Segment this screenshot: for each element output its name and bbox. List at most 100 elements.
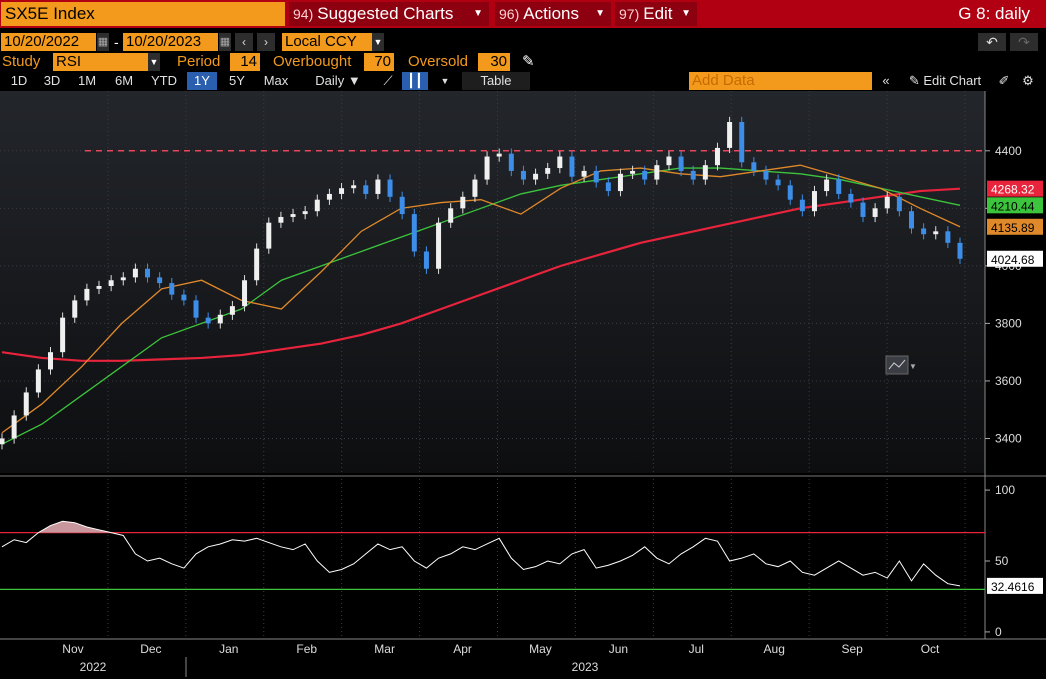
- candle-body: [254, 248, 260, 281]
- collapse-icon[interactable]: «: [876, 72, 896, 90]
- undo-icon[interactable]: ↶: [978, 33, 1006, 51]
- candle-body: [399, 196, 405, 215]
- oversold-field[interactable]: 30: [478, 53, 510, 71]
- x-tick-label: Sep: [841, 642, 863, 656]
- chevron-down-icon: ▼: [595, 8, 605, 19]
- candle-body: [933, 231, 939, 235]
- x-tick-label: Apr: [453, 642, 472, 656]
- candle-body: [145, 268, 151, 278]
- frequency-label: Daily: [315, 73, 345, 88]
- x-year-label: 2023: [572, 660, 599, 674]
- end-date-field[interactable]: 10/20/2023: [123, 33, 218, 51]
- candle-body: [181, 294, 187, 301]
- candle-body: [617, 173, 623, 192]
- title-bar: SX5E Index 94) Suggested Charts ▼ 96) Actio…: [0, 0, 1046, 28]
- range-tab-5y[interactable]: 5Y: [220, 72, 254, 90]
- x-year-label: 2022: [80, 660, 107, 674]
- edit-chart-button[interactable]: ✎ Edit Chart: [900, 72, 990, 90]
- candle-body: [714, 147, 720, 166]
- x-tick-label: Feb: [296, 642, 317, 656]
- currency-select[interactable]: Local CCY: [282, 33, 372, 51]
- gear-icon[interactable]: ⚙: [1018, 72, 1038, 90]
- candle-body: [581, 170, 587, 177]
- candle-body: [132, 268, 138, 278]
- candle-body: [666, 156, 672, 166]
- candle-body: [448, 208, 454, 223]
- candle-body: [169, 283, 175, 295]
- candle-body: [290, 214, 296, 217]
- candle-body: [387, 179, 393, 197]
- start-date-field[interactable]: 10/20/2022: [1, 33, 96, 51]
- menu-number: 94): [293, 6, 314, 22]
- period-label: Period: [177, 53, 221, 70]
- menu-label: Actions: [523, 4, 579, 23]
- chevron-down-icon[interactable]: ▼: [372, 33, 384, 51]
- previous-icon[interactable]: ‹: [235, 33, 253, 51]
- range-tab-3d[interactable]: 3D: [37, 72, 67, 90]
- candle-body: [339, 188, 345, 194]
- candle-body: [884, 196, 890, 209]
- draw-icon[interactable]: ✐: [995, 72, 1013, 90]
- study-select[interactable]: RSI: [53, 53, 148, 71]
- menu-number: 97): [619, 6, 640, 22]
- candle-body: [702, 165, 708, 180]
- candle-body: [630, 170, 636, 174]
- range-tab-1m[interactable]: 1M: [70, 72, 104, 90]
- menu-label: Edit: [643, 4, 673, 23]
- candle-body: [751, 162, 757, 171]
- candle-body: [120, 277, 126, 281]
- candle-body: [775, 179, 781, 186]
- x-tick-label: Aug: [764, 642, 785, 656]
- x-tick-label: Jun: [609, 642, 628, 656]
- chart-canvas[interactable]: Nov Dec Jan Feb Mar Apr May Jun Jul Aug Sep Oct 2022…: [0, 91, 1046, 679]
- range-tab-max[interactable]: Max: [257, 72, 295, 90]
- candlestick-icon[interactable]: ┃┃: [402, 72, 428, 90]
- range-tab-ytd[interactable]: YTD: [144, 72, 184, 90]
- edit-chart-label: Edit Chart: [923, 73, 982, 88]
- candle-body: [642, 170, 648, 180]
- line-chart-icon[interactable]: ⟋: [378, 72, 398, 90]
- candle-body: [787, 185, 793, 200]
- range-tab-1y[interactable]: 1Y: [187, 72, 217, 90]
- x-tick-label: May: [529, 642, 552, 656]
- candle-body: [242, 280, 248, 307]
- candle-body: [472, 179, 478, 197]
- candle-body: [84, 288, 90, 301]
- edit-menu[interactable]: 97) Edit ▼: [615, 2, 697, 26]
- calendar-icon[interactable]: ▦: [97, 33, 109, 51]
- rsi-tick-label: 50: [995, 554, 1009, 568]
- chevron-down-icon[interactable]: ▼: [148, 53, 160, 71]
- chevron-down-icon[interactable]: ▼: [437, 72, 453, 90]
- candle-body: [520, 170, 526, 180]
- candle-body: [108, 280, 114, 286]
- y-tick-label: 3600: [995, 374, 1022, 388]
- candle-body: [908, 211, 914, 229]
- candle-body: [484, 156, 490, 180]
- range-tab-6m[interactable]: 6M: [107, 72, 141, 90]
- frequency-select[interactable]: Daily ▼: [308, 72, 368, 90]
- next-icon[interactable]: ›: [257, 33, 275, 51]
- candle-body: [205, 317, 211, 324]
- actions-menu[interactable]: 96) Actions ▼: [495, 2, 611, 26]
- candle-body: [593, 170, 599, 183]
- suggested-charts-menu[interactable]: 94) Suggested Charts ▼: [289, 2, 489, 26]
- menu-number: 96): [499, 6, 520, 22]
- redo-icon[interactable]: ↷: [1010, 33, 1038, 51]
- range-tab-1d[interactable]: 1D: [4, 72, 34, 90]
- candle-body: [351, 185, 357, 189]
- candle-body: [314, 199, 320, 212]
- table-button[interactable]: Table: [462, 72, 530, 90]
- candle-body: [569, 156, 575, 177]
- candle-body: [436, 222, 442, 269]
- pencil-icon[interactable]: ✎: [522, 53, 535, 71]
- candle-body: [35, 369, 41, 393]
- candle-body: [266, 222, 272, 249]
- ticker-input[interactable]: SX5E Index: [1, 2, 285, 26]
- rsi-panel-background: [0, 477, 985, 639]
- period-field[interactable]: 14: [230, 53, 260, 71]
- candle-body: [557, 156, 563, 169]
- menu-label: Suggested Charts: [317, 4, 454, 23]
- overbought-field[interactable]: 70: [364, 53, 394, 71]
- add-data-input[interactable]: Add Data: [689, 72, 872, 90]
- calendar-icon[interactable]: ▦: [219, 33, 231, 51]
